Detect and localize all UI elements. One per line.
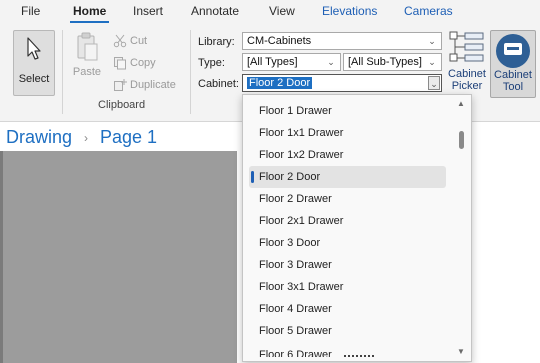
cabinet-tool-label-1: Cabinet [494, 69, 532, 81]
list-item[interactable]: Floor 1x1 Drawer [249, 122, 446, 144]
copy-button[interactable]: Copy [113, 56, 156, 72]
chevron-down-icon: ⌄ [428, 36, 436, 46]
cabinet-select[interactable]: Floor 2 Door ⌄ [242, 74, 442, 92]
cut-label: Cut [130, 34, 148, 47]
cabinet-value: Floor 2 Door [247, 77, 313, 89]
tab-annotate[interactable]: Annotate [191, 4, 239, 18]
cabinet-tool-icon [496, 34, 530, 68]
cabinet-picker-label-2: Picker [451, 80, 483, 92]
list-item[interactable]: Floor 1 Drawer [249, 100, 446, 122]
list-item-selected[interactable]: Floor 2 Door [249, 166, 446, 188]
dropdown-scrollbar[interactable]: ▲ ▼ [455, 97, 467, 359]
scissors-icon [113, 34, 127, 48]
duplicate-label: Duplicate [130, 78, 176, 91]
chevron-down-icon: ⌄ [428, 76, 440, 90]
cabinet-dropdown-list[interactable]: Floor 1 Drawer Floor 1x1 Drawer Floor 1x… [242, 94, 472, 362]
list-item[interactable]: Floor 1x2 Drawer [249, 144, 446, 166]
copy-icon [113, 56, 127, 70]
tab-home[interactable]: Home [69, 4, 110, 23]
scroll-down-icon[interactable]: ▼ [455, 347, 467, 357]
type-select[interactable]: [All Types] ⌄ [242, 53, 341, 71]
tab-elevations[interactable]: Elevations [322, 4, 377, 18]
list-item[interactable]: Floor 3 Drawer [249, 254, 446, 276]
chevron-right-icon: › [84, 131, 88, 145]
clipboard-paste-icon [77, 32, 98, 61]
list-item[interactable]: Floor 2 Drawer [249, 188, 446, 210]
scroll-up-icon[interactable]: ▲ [455, 99, 467, 109]
ribbon-tabs: File Home Insert Annotate View Elevation… [0, 0, 540, 24]
resize-grip[interactable] [343, 354, 375, 358]
breadcrumb-page[interactable]: Page 1 [100, 127, 157, 148]
list-item[interactable]: Floor 2x1 Drawer [249, 210, 446, 232]
cabinet-tool-label-2: Tool [502, 81, 524, 93]
select-button[interactable]: Select [13, 30, 55, 96]
subtype-select[interactable]: [All Sub-Types] ⌄ [343, 53, 442, 71]
tab-file[interactable]: File [21, 4, 40, 18]
copy-label: Copy [130, 56, 156, 69]
library-label: Library: [198, 36, 235, 48]
type-value: [All Types] [247, 56, 298, 68]
cabinet-picker-button[interactable]: Cabinet Picker [446, 30, 488, 100]
clipboard-group-label: Clipboard [98, 99, 146, 111]
cut-button[interactable]: Cut [113, 34, 147, 50]
ribbon-separator [190, 30, 191, 114]
list-item[interactable]: Floor 3 Door [249, 232, 446, 254]
chevron-down-icon: ⌄ [327, 57, 335, 67]
subtype-value: [All Sub-Types] [348, 56, 422, 68]
tab-cameras[interactable]: Cameras [404, 4, 453, 18]
duplicate-button[interactable]: Duplicate [113, 78, 176, 94]
cabinet-tool-button[interactable]: Cabinet Tool [490, 30, 536, 98]
list-item[interactable]: Floor 3x1 Drawer [249, 276, 446, 298]
list-item[interactable]: Floor 4 Drawer [249, 298, 446, 320]
list-item[interactable]: Floor 5 Drawer [249, 320, 446, 342]
drawing-canvas[interactable] [3, 151, 237, 363]
select-label: Select [18, 73, 50, 85]
chevron-down-icon: ⌄ [428, 57, 436, 67]
tab-insert[interactable]: Insert [133, 4, 163, 18]
library-value: CM-Cabinets [247, 35, 312, 47]
paste-label: Paste [72, 66, 102, 78]
library-select[interactable]: CM-Cabinets ⌄ [242, 32, 442, 50]
cabinet-label: Cabinet: [198, 78, 239, 90]
cabinet-picker-icon [449, 31, 484, 62]
type-label: Type: [198, 57, 225, 69]
paste-button[interactable]: Paste [70, 32, 104, 92]
cabinet-picker-label-1: Cabinet [448, 68, 486, 80]
ribbon-separator [62, 30, 63, 114]
scrollbar-thumb[interactable] [459, 131, 464, 149]
cursor-arrow-icon [27, 37, 41, 60]
tab-view[interactable]: View [269, 4, 295, 18]
duplicate-icon [113, 78, 127, 92]
breadcrumb-drawing[interactable]: Drawing [6, 127, 72, 148]
